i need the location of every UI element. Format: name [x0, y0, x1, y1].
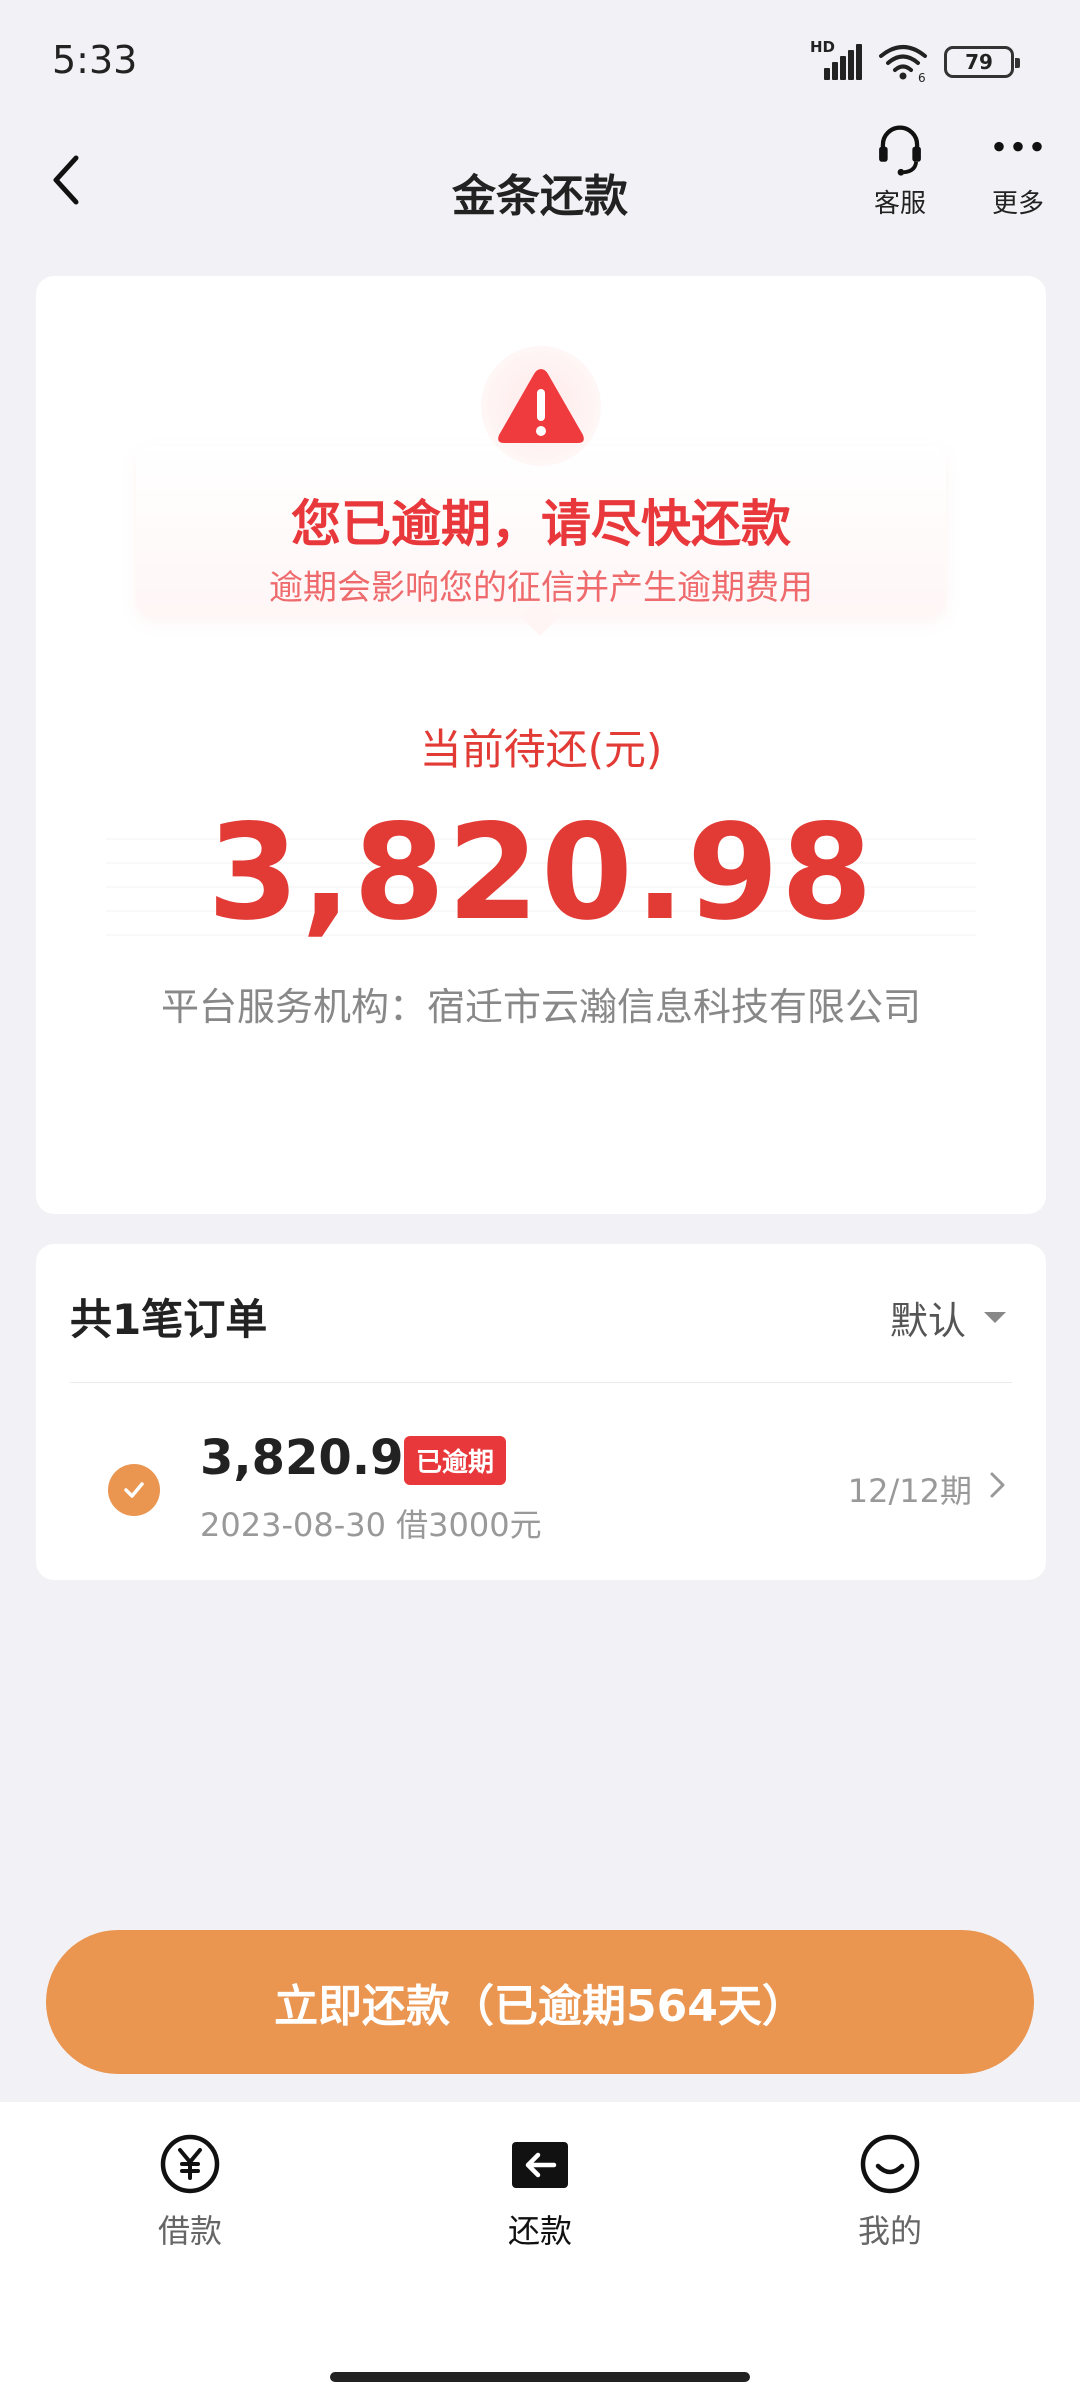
order-row[interactable]: 3,820.98 已逾期 2023-08-30 借3000元 12/12期: [36, 1384, 1046, 1580]
back-button[interactable]: [36, 140, 96, 220]
sort-label: 默认: [889, 1299, 966, 1343]
screen: 5:33 HD 6 79 金条还款 客服 更多 您已逾期，请尽快还款 逾期会影响…: [0, 0, 1080, 2400]
due-amount: 3,820.98: [207, 796, 875, 950]
orders-card: 共1笔订单 默认 3,820.98 已逾期 2023-08-30 借3000元 …: [36, 1244, 1046, 1580]
back-arrow-icon: [53, 155, 79, 205]
customer-service-label: 客服: [873, 189, 926, 219]
order-term: 12/12期: [847, 1472, 972, 1510]
tab-borrow-label: 借款: [157, 2212, 222, 2250]
repay-arrow-icon: [512, 2142, 568, 2188]
warning-triangle-icon: [498, 369, 584, 443]
bottom-tab-bar: 借款 还款 我的: [0, 2102, 1080, 2400]
wifi-sub: 6: [918, 71, 926, 82]
battery-level: 79: [965, 50, 993, 74]
overdue-badge: 已逾期: [404, 1436, 507, 1485]
status-icons: HD 6 79: [810, 38, 1020, 84]
caret-down-icon: [984, 1312, 1006, 1323]
tab-borrow[interactable]: 借款: [100, 2132, 280, 2272]
battery-icon: 79: [944, 46, 1020, 78]
more-dots-icon: [994, 141, 1042, 152]
check-icon: [124, 1482, 144, 1498]
smile-icon: [860, 2134, 920, 2194]
overdue-title: 您已逾期，请尽快还款: [291, 495, 791, 553]
customer-service-button[interactable]: 客服: [850, 120, 950, 220]
status-bar: 5:33 HD 6 79: [0, 0, 1080, 120]
orders-count: 共1笔订单: [70, 1295, 268, 1344]
platform-institution: 平台服务机构：宿迁市云瀚信息科技有限公司: [160, 985, 921, 1029]
chevron-right-icon: [990, 1472, 1005, 1498]
divider: [70, 1382, 1012, 1383]
wifi-icon: 6: [879, 45, 927, 82]
headset-icon: [879, 125, 921, 176]
warning-badge: [481, 346, 601, 466]
order-date-principal: 2023-08-30 借3000元: [200, 1506, 542, 1544]
nav-bar: 金条还款 客服 更多: [0, 120, 1080, 250]
due-label: 当前待还(元): [419, 725, 663, 774]
more-label: 更多: [991, 189, 1044, 219]
overdue-subtitle: 逾期会影响您的征信并产生逾期费用: [269, 568, 813, 608]
home-indicator[interactable]: [330, 2372, 750, 2382]
sort-dropdown[interactable]: 默认: [890, 1290, 1006, 1345]
tab-repay-label: 还款: [507, 2212, 572, 2250]
network-label: HD: [810, 38, 836, 56]
tab-mine-label: 我的: [857, 2212, 922, 2250]
yen-circle-icon: [160, 2134, 220, 2194]
tab-repay[interactable]: 还款: [450, 2132, 630, 2272]
overdue-card: 您已逾期，请尽快还款 逾期会影响您的征信并产生逾期费用 当前待还(元) 3,82…: [36, 276, 1046, 1214]
more-button[interactable]: 更多: [968, 120, 1068, 220]
repay-now-button[interactable]: 立即还款（已逾期564天）: [46, 1930, 1034, 2074]
status-time: 5:33: [52, 38, 138, 82]
tab-mine[interactable]: 我的: [800, 2132, 980, 2272]
order-checkbox[interactable]: [108, 1464, 160, 1516]
order-amount: 3,820.98: [200, 1430, 437, 1486]
signal-icon: HD: [810, 38, 862, 82]
